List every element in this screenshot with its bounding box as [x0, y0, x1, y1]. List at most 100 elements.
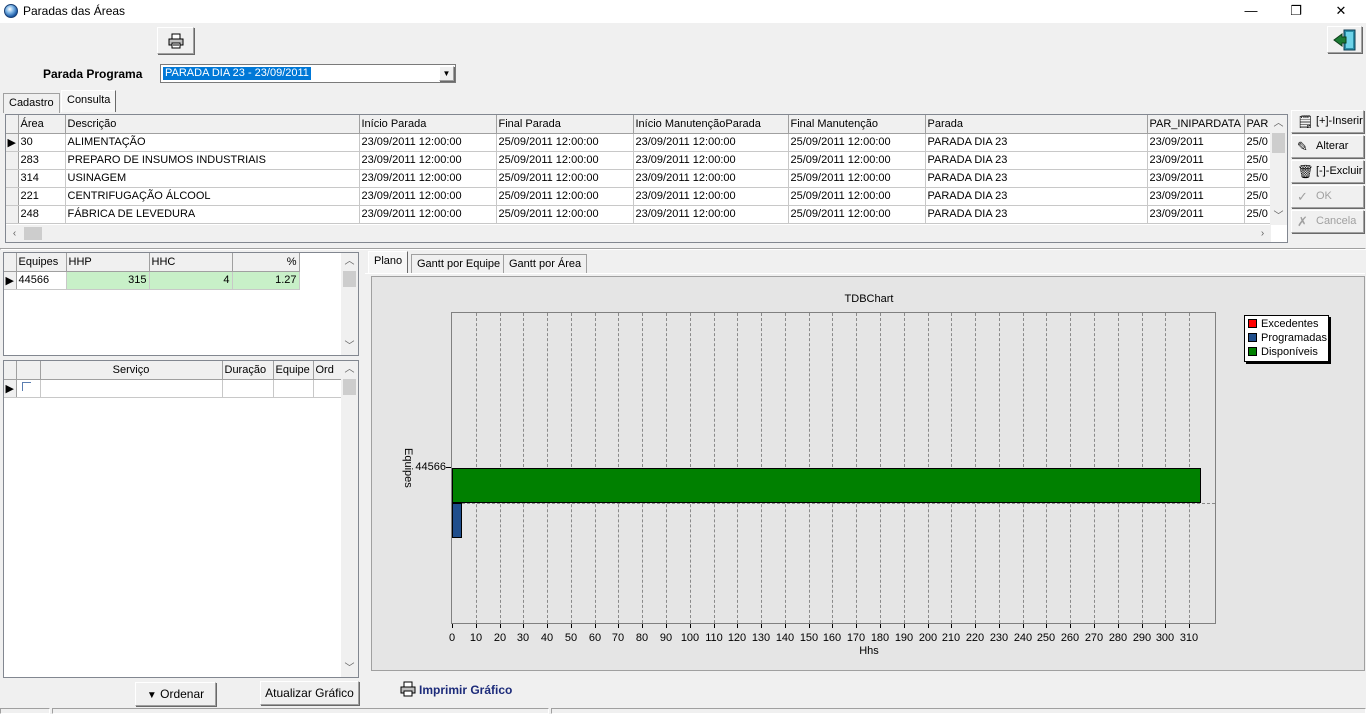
table-cell[interactable]: 25/09/2011 12:00:00 [788, 133, 926, 152]
table-cell[interactable]: PARADA DIA 23 [925, 205, 1148, 224]
table-cell[interactable]: 314 [18, 169, 66, 188]
tab-plano[interactable]: Plano [368, 251, 409, 273]
scroll-up-icon[interactable]: ︿ [341, 253, 358, 270]
table-cell[interactable]: 23/09/2011 [1147, 187, 1245, 206]
tab-gantt-por-equipe[interactable]: Gantt por Equipe [411, 254, 507, 274]
table-cell[interactable]: PARADA DIA 23 [925, 133, 1148, 152]
scroll-down-icon[interactable]: ﹀ [1270, 208, 1287, 225]
table-cell[interactable]: USINAGEM [65, 169, 360, 188]
column-header[interactable]: Área [18, 115, 66, 134]
table-row[interactable]: 248 FÁBRICA DE LEVEDURA 23/09/2011 12:00:0… [6, 205, 1272, 224]
table-cell[interactable]: 1.27 [232, 271, 300, 290]
table-row[interactable]: 283 PREPARO DE INSUMOS INDUSTRIAIS 23/09/2… [6, 151, 1272, 170]
table-cell[interactable]: 25/09/2011 12:00:00 [788, 187, 926, 206]
parada-programa-select[interactable]: PARADA DIA 23 - 23/09/2011 ▼ [160, 64, 456, 83]
table-cell[interactable]: 25/09/2011 12:00:00 [788, 151, 926, 170]
tab-cadastro[interactable]: Cadastro [3, 93, 60, 113]
scroll-left-icon[interactable]: ‹ [6, 225, 23, 242]
alterar-button[interactable]: ✎ Alterar [1291, 135, 1364, 158]
table-row[interactable]: ▶ [4, 379, 342, 398]
column-header[interactable]: Início ManutençãoParada [633, 115, 789, 134]
tab-consulta[interactable]: Consulta [61, 90, 117, 112]
table-cell[interactable]: 23/09/2011 12:00:00 [359, 169, 497, 188]
checkbox-icon[interactable] [21, 382, 31, 391]
table-row[interactable]: ▶ 44566 315 4 1.27 [4, 271, 300, 290]
ok-button[interactable]: ✓ OK [1291, 185, 1364, 208]
table-cell[interactable]: 23/09/2011 [1147, 169, 1245, 188]
table-cell[interactable]: 23/09/2011 12:00:00 [633, 205, 789, 224]
column-header[interactable]: PAR [1244, 115, 1272, 134]
column-header[interactable]: HHP [66, 253, 150, 272]
close-button[interactable]: ✕ [1318, 0, 1364, 23]
table-cell[interactable]: 25/09/2011 12:00:00 [496, 205, 634, 224]
table-cell[interactable]: 221 [18, 187, 66, 206]
imprimir-grafico-button[interactable]: Imprimir Gráfico [400, 681, 512, 697]
table-cell[interactable]: 23/09/2011 [1147, 133, 1245, 152]
restore-button[interactable]: ❐ [1273, 0, 1319, 23]
table-cell[interactable]: 25/0 [1244, 151, 1272, 170]
table-cell[interactable]: 248 [18, 205, 66, 224]
column-header[interactable]: HHC [149, 253, 233, 272]
column-header[interactable]: Serviço [40, 361, 223, 380]
checkbox-cell[interactable] [16, 379, 41, 398]
scroll-thumb[interactable] [1272, 133, 1285, 153]
table-cell[interactable]: 283 [18, 151, 66, 170]
table-cell[interactable]: 25/09/2011 12:00:00 [788, 205, 926, 224]
ord-cell[interactable] [313, 379, 342, 398]
vertical-scrollbar[interactable]: ︿ ﹀ [341, 253, 358, 355]
table-cell[interactable]: 23/09/2011 12:00:00 [359, 133, 497, 152]
table-cell[interactable]: 23/09/2011 12:00:00 [633, 133, 789, 152]
excluir-button[interactable]: 🗑 [-]-Excluir [1291, 160, 1364, 183]
column-header[interactable]: Início Parada [359, 115, 497, 134]
column-header[interactable]: % [232, 253, 300, 272]
table-cell[interactable]: 23/09/2011 [1147, 205, 1245, 224]
table-cell[interactable]: 4 [149, 271, 233, 290]
minimize-button[interactable]: — [1228, 0, 1274, 23]
scroll-down-icon[interactable]: ﹀ [341, 338, 358, 355]
scroll-thumb[interactable] [24, 227, 42, 240]
table-cell[interactable]: 44566 [16, 271, 67, 290]
table-cell[interactable]: 23/09/2011 12:00:00 [633, 151, 789, 170]
scroll-thumb[interactable] [343, 271, 356, 287]
table-cell[interactable]: 25/0 [1244, 133, 1272, 152]
scroll-up-icon[interactable]: ︿ [1270, 115, 1287, 132]
scroll-right-icon[interactable]: › [1254, 225, 1271, 242]
inserir-button[interactable]: 🗒 [+]-Inserir [1291, 110, 1364, 133]
vertical-scrollbar[interactable]: ︿ ﹀ [1270, 115, 1287, 225]
column-header[interactable]: PAR_INIPARDATA [1147, 115, 1245, 134]
column-header[interactable]: Ord [313, 361, 342, 380]
vertical-scrollbar[interactable]: ︿ ﹀ [341, 361, 358, 677]
table-cell[interactable]: PARADA DIA 23 [925, 169, 1148, 188]
column-header[interactable]: Descrição [65, 115, 360, 134]
servico-cell[interactable] [40, 379, 223, 398]
table-cell[interactable]: 23/09/2011 12:00:00 [359, 151, 497, 170]
ordenar-button[interactable]: ▼ Ordenar [135, 682, 216, 706]
scroll-thumb[interactable] [343, 379, 356, 395]
table-cell[interactable]: FÁBRICA DE LEVEDURA [65, 205, 360, 224]
cancela-button[interactable]: ✗ Cancela [1291, 210, 1364, 233]
table-cell[interactable]: 315 [66, 271, 150, 290]
print-button[interactable] [157, 27, 194, 54]
duracao-cell[interactable] [222, 379, 274, 398]
table-cell[interactable]: 25/09/2011 12:00:00 [788, 169, 926, 188]
column-header[interactable]: Final Parada [496, 115, 634, 134]
table-cell[interactable]: 25/09/2011 12:00:00 [496, 169, 634, 188]
column-header[interactable]: Final Manutenção [788, 115, 926, 134]
scroll-down-icon[interactable]: ﹀ [341, 660, 358, 677]
table-cell[interactable]: PARADA DIA 23 [925, 187, 1148, 206]
column-header[interactable]: Equipes [16, 253, 67, 272]
table-cell[interactable]: 30 [18, 133, 66, 152]
scroll-up-icon[interactable]: ︿ [341, 361, 358, 378]
table-cell[interactable]: CENTRIFUGAÇÃO ÁLCOOL [65, 187, 360, 206]
horizontal-scrollbar[interactable]: ‹ › [6, 225, 1271, 242]
table-cell[interactable]: 25/09/2011 12:00:00 [496, 133, 634, 152]
table-cell[interactable]: 23/09/2011 [1147, 151, 1245, 170]
table-row[interactable]: 221 CENTRIFUGAÇÃO ÁLCOOL 23/09/2011 12:00:… [6, 187, 1272, 206]
table-cell[interactable]: 23/09/2011 12:00:00 [359, 187, 497, 206]
table-cell[interactable]: 23/09/2011 12:00:00 [633, 169, 789, 188]
table-cell[interactable]: 23/09/2011 12:00:00 [633, 187, 789, 206]
table-cell[interactable]: 23/09/2011 12:00:00 [359, 205, 497, 224]
equipe-cell[interactable] [273, 379, 314, 398]
atualizar-grafico-button[interactable]: Atualizar Gráfico [260, 681, 359, 705]
column-header[interactable]: Duração [222, 361, 274, 380]
